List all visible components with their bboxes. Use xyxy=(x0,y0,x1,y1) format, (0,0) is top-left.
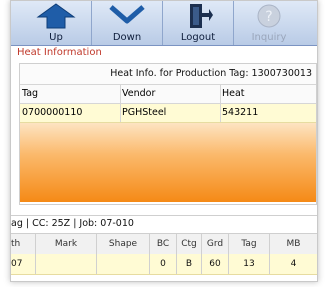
cell-tag: 13 xyxy=(229,254,270,274)
logout-button[interactable]: Logout xyxy=(163,1,234,45)
svg-text:?: ? xyxy=(265,9,272,25)
col-tag[interactable]: Tag xyxy=(229,234,270,254)
heat-info-panel: Heat Info. for Production Tag: 130073001… xyxy=(19,63,317,205)
logout-label: Logout xyxy=(180,32,216,43)
job-info-bar: ag | CC: 25Z | Job: 07-010 xyxy=(11,215,317,232)
col-heat[interactable]: Heat xyxy=(220,85,317,103)
job-table-header: th Mark Shape BC Ctg Grd Tag MB xyxy=(11,233,317,255)
cell-mb: 4 xyxy=(290,259,297,269)
logout-door-icon xyxy=(182,3,214,33)
col-grd[interactable]: Grd xyxy=(202,234,229,254)
heat-grid-header: Tag Vendor Heat xyxy=(20,85,316,104)
down-button[interactable]: Down xyxy=(92,1,163,45)
col-tag[interactable]: Tag xyxy=(20,85,121,103)
inquiry-button[interactable]: ? Inquiry xyxy=(234,1,304,45)
cell-shape xyxy=(97,254,150,274)
down-arrow-icon xyxy=(107,3,147,33)
app-window: Up Down Logout ? Inquiry Heat Informatio… xyxy=(10,0,318,282)
up-button[interactable]: Up xyxy=(21,1,92,45)
col-bc[interactable]: BC xyxy=(150,234,177,254)
up-arrow-icon xyxy=(36,3,76,33)
heat-info-header: Heat Info. for Production Tag: 130073001… xyxy=(20,64,316,85)
cell-vendor: PGHSteel xyxy=(120,104,221,122)
down-label: Down xyxy=(112,32,142,43)
up-label: Up xyxy=(49,32,63,43)
cell-length: 07 xyxy=(11,254,36,274)
col-length[interactable]: th xyxy=(11,234,36,254)
cell-tag: 0700000110 xyxy=(20,104,121,122)
cell-bc: 0 xyxy=(150,254,177,274)
cell-heat: 543211 xyxy=(222,107,259,118)
col-mb[interactable]: MB xyxy=(270,234,317,254)
help-icon: ? xyxy=(255,3,283,33)
cell-grd: 60 xyxy=(202,254,229,274)
cell-ctg: B xyxy=(177,254,202,274)
col-shape[interactable]: Shape xyxy=(97,234,150,254)
table-row[interactable]: 07 0 B 60 13 4 xyxy=(11,254,317,275)
toolbar: Up Down Logout ? Inquiry xyxy=(11,1,317,46)
col-mark[interactable]: Mark xyxy=(36,234,97,254)
heat-section-title: Heat Information xyxy=(17,47,102,58)
col-vendor[interactable]: Vendor xyxy=(120,85,221,103)
cell-mark xyxy=(36,254,97,274)
empty-grid-area xyxy=(20,123,316,202)
inquiry-label: Inquiry xyxy=(251,32,287,43)
heat-row[interactable]: 0700000110 PGHSteel 543211 xyxy=(20,104,316,123)
col-ctg[interactable]: Ctg xyxy=(177,234,202,254)
